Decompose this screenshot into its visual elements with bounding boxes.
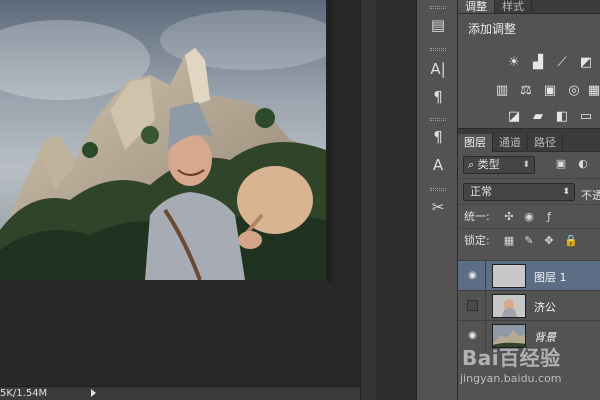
- document-size-info: 5K/1.54M: [0, 388, 48, 399]
- curves-icon[interactable]: ⟋: [554, 56, 570, 70]
- filter-adjustment-icon[interactable]: ◐: [576, 158, 590, 170]
- collapsed-panel-strip: ▤ A| ¶ ¶ A ✂: [416, 0, 458, 400]
- status-menu-arrow-icon[interactable]: [91, 389, 97, 397]
- visibility-toggle[interactable]: ◉: [458, 321, 486, 351]
- lock-position-icon[interactable]: ✥: [542, 234, 556, 248]
- strip-grip[interactable]: [430, 48, 446, 51]
- visibility-toggle[interactable]: ◉: [458, 261, 486, 291]
- strip-grip[interactable]: [430, 118, 446, 121]
- blend-row: 正常 ⬍ 不透: [458, 178, 600, 204]
- hidden-box-icon: [467, 300, 478, 311]
- eye-icon: ◉: [468, 330, 477, 341]
- hue-sat-icon[interactable]: ⚖: [518, 84, 534, 98]
- adjustments-tabs: 调整 样式: [458, 0, 600, 14]
- search-icon: ⌕: [468, 158, 478, 171]
- tool-presets-icon[interactable]: ✂: [426, 196, 450, 218]
- character-styles-icon[interactable]: A: [426, 154, 450, 176]
- tab-layers[interactable]: 图层: [458, 134, 493, 152]
- strip-grip[interactable]: [430, 6, 446, 9]
- layer-thumbnail: [492, 324, 526, 348]
- channel-mixer-icon[interactable]: ▦: [586, 84, 600, 98]
- adjustments-title: 添加调整: [468, 22, 517, 36]
- color-balance-icon[interactable]: ▣: [542, 84, 558, 98]
- tab-styles[interactable]: 样式: [495, 0, 532, 13]
- document-workspace[interactable]: 5K/1.54M: [0, 0, 360, 400]
- layers-tabs: 图层 通道 路径: [458, 134, 600, 152]
- strip-grip[interactable]: [430, 188, 446, 191]
- history-icon[interactable]: ▤: [426, 14, 450, 36]
- threshold-icon[interactable]: ◧: [554, 110, 570, 124]
- unify-row: 统一: ✣ ◉ ƒ: [458, 204, 600, 228]
- exposure-icon[interactable]: ◩: [578, 56, 594, 70]
- layer-name[interactable]: 图层 1: [534, 269, 567, 285]
- unify-position-icon[interactable]: ✣: [502, 210, 516, 224]
- brightness-icon[interactable]: ☀: [506, 56, 522, 70]
- blend-mode-value: 正常: [470, 185, 492, 198]
- blend-mode-select[interactable]: 正常 ⬍: [463, 183, 575, 201]
- unify-label: 统一:: [464, 210, 490, 223]
- status-bar: 5K/1.54M: [0, 386, 360, 400]
- filter-image-icon[interactable]: ▣: [554, 158, 568, 170]
- tab-paths[interactable]: 路径: [528, 134, 563, 152]
- gradient-map-icon[interactable]: ▭: [578, 110, 594, 124]
- layer-row[interactable]: 济公: [458, 290, 600, 321]
- vertical-scrollbar[interactable]: [360, 0, 376, 400]
- monk-thumbnail-image: [501, 299, 518, 317]
- panel-gap: [376, 0, 416, 400]
- lock-all-icon[interactable]: 🔒: [564, 234, 578, 248]
- layer-list: ◉ 图层 1 济公 ◉ 背景: [458, 260, 600, 351]
- layer-thumbnail: [492, 264, 526, 288]
- character-icon[interactable]: A|: [426, 58, 450, 80]
- layer-row[interactable]: ◉ 背景: [458, 320, 600, 351]
- photo-filter-icon[interactable]: ◎: [566, 84, 582, 98]
- canvas-image: [0, 0, 326, 280]
- paragraph-icon[interactable]: ¶: [426, 86, 450, 108]
- mountain-thumbnail-image: [493, 325, 525, 347]
- filter-kind-value: 类型: [477, 158, 500, 171]
- opacity-label: 不透: [581, 189, 600, 202]
- layer-filter-row: ⌕ 类型 ⬍ ▣ ◐: [458, 152, 600, 178]
- chevron-updown-icon: ⬍: [562, 187, 570, 197]
- visibility-toggle[interactable]: [458, 291, 486, 321]
- layer-filter-select[interactable]: ⌕ 类型 ⬍: [463, 156, 535, 174]
- chevron-updown-icon: ⬍: [522, 160, 530, 170]
- invert-icon[interactable]: ◪: [506, 110, 522, 124]
- canvas-shadow: [326, 0, 332, 282]
- unify-visibility-icon[interactable]: ◉: [522, 210, 536, 224]
- adjustments-icon-grid: ☀ ▟ ⟋ ◩ ▥ ⚖ ▣ ◎ ▦ ◪ ▰ ◧ ▭: [458, 42, 600, 128]
- tab-channels[interactable]: 通道: [493, 134, 528, 152]
- vibrance-icon[interactable]: ▥: [494, 84, 510, 98]
- unify-style-icon[interactable]: ƒ: [542, 210, 556, 224]
- paragraph-styles-icon[interactable]: ¶: [426, 126, 450, 148]
- layer-row[interactable]: ◉ 图层 1: [458, 260, 600, 291]
- eye-icon: ◉: [468, 270, 477, 281]
- posterize-icon[interactable]: ▰: [530, 110, 546, 124]
- tab-adjustments[interactable]: 调整: [458, 0, 495, 13]
- layer-name[interactable]: 背景: [534, 329, 556, 345]
- document-canvas[interactable]: [0, 0, 326, 280]
- layer-thumbnail: [492, 294, 526, 318]
- lock-transparent-icon[interactable]: ▦: [502, 234, 516, 248]
- levels-icon[interactable]: ▟: [530, 56, 546, 70]
- panels-dock: 调整 样式 添加调整 ☀ ▟ ⟋ ◩ ▥ ⚖ ▣ ◎ ▦ ◪ ▰ ◧ ▭ 图层 通道…: [458, 0, 600, 400]
- lock-row: 锁定: ▦ ✎ ✥ 🔒: [458, 228, 600, 252]
- lock-paint-icon[interactable]: ✎: [522, 234, 536, 248]
- layer-name[interactable]: 济公: [534, 299, 556, 315]
- lock-label: 锁定:: [464, 234, 490, 247]
